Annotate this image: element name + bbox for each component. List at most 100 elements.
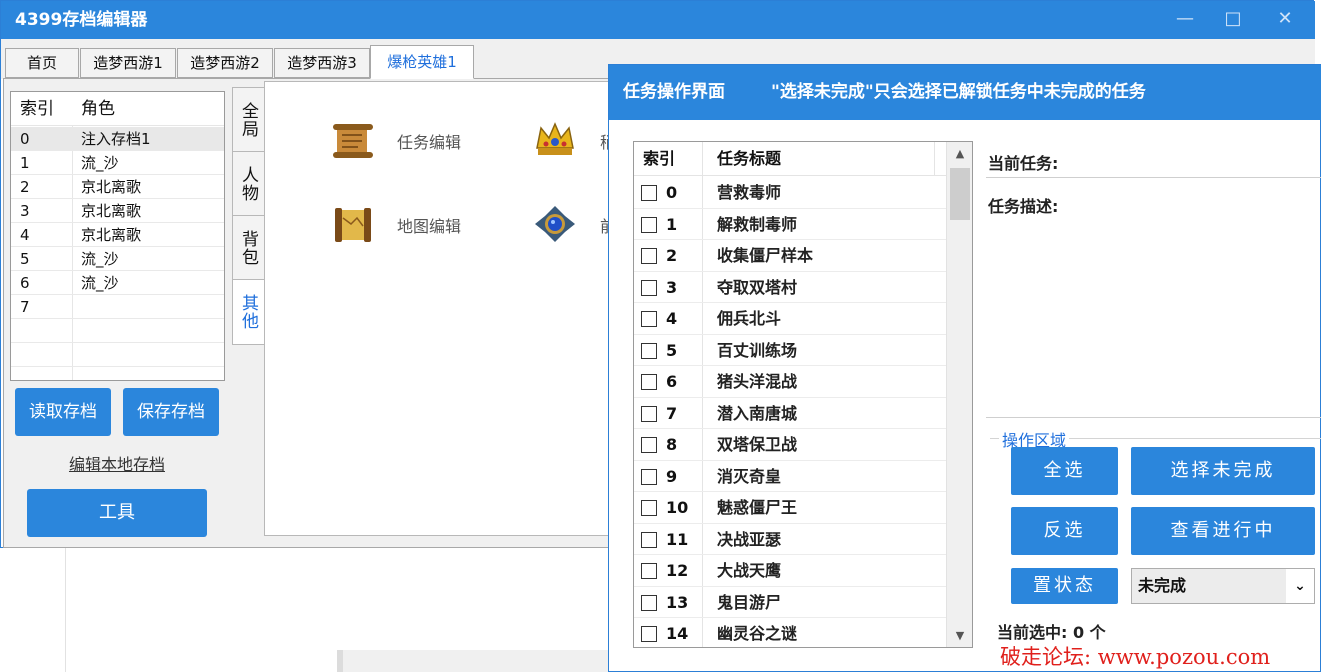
task-checkbox[interactable] [641, 437, 657, 453]
list-item[interactable]: 2 收集僵尸样本 [634, 240, 946, 272]
task-checkbox[interactable] [641, 500, 657, 516]
role-grid[interactable]: 索引 角色 0 注入存档1 1 流_沙 2 京北离歌 3 京北离歌 4 京北离歌… [10, 91, 225, 381]
list-item[interactable]: 14 幽灵谷之谜 [634, 618, 946, 647]
side-tab-bag[interactable]: 背包 [232, 215, 264, 281]
scroll-icon[interactable] [331, 120, 375, 162]
task-index: 14 [666, 624, 689, 643]
task-title: 解救制毒师 [717, 214, 798, 234]
task-list-scrollbar[interactable]: ▲ ▼ [946, 142, 972, 647]
scroll-up-icon[interactable]: ▲ [947, 144, 972, 164]
scroll-down-icon[interactable]: ▼ [947, 626, 972, 646]
save-save-button[interactable]: 保存存档 [123, 388, 219, 436]
tab-zmxy1[interactable]: 造梦西游1 [80, 48, 176, 78]
task-checkbox[interactable] [641, 248, 657, 264]
table-row[interactable]: 2 京北离歌 [11, 175, 224, 199]
chevron-down-icon[interactable]: ⌄ [1286, 569, 1314, 603]
task-index: 7 [666, 403, 678, 423]
task-checkbox[interactable] [641, 342, 657, 359]
list-item[interactable]: 11 决战亚瑟 [634, 524, 946, 555]
task-checkbox[interactable] [641, 311, 657, 327]
row-index: 4 [20, 226, 30, 244]
close-button[interactable]: ✕ [1265, 1, 1305, 39]
minimize-button[interactable]: — [1165, 1, 1205, 39]
side-tab-global[interactable]: 全局 [232, 87, 264, 153]
row-index: 2 [20, 178, 30, 196]
list-item[interactable]: 0 营救毒师 [634, 177, 946, 209]
task-list[interactable]: 索引 任务标题 0 营救毒师 1 解救制毒师 2 收集僵尸样本 3 夺取双塔村 4 佣兵北… [633, 141, 973, 648]
task-checkbox[interactable] [641, 594, 657, 611]
table-row[interactable]: 4 京北离歌 [11, 223, 224, 247]
table-row[interactable]: 3 京北离歌 [11, 199, 224, 223]
side-tab-character[interactable]: 人物 [232, 151, 264, 217]
row-index: 1 [20, 154, 30, 172]
tools-button[interactable]: 工具 [27, 489, 207, 537]
list-item[interactable]: 5 百丈训练场 [634, 335, 946, 366]
read-save-button[interactable]: 读取存档 [15, 388, 111, 436]
task-index: 4 [666, 309, 678, 328]
table-row[interactable]: 7 [11, 295, 224, 319]
set-state-button[interactable]: 置状态 [1011, 568, 1118, 604]
task-checkbox[interactable] [641, 563, 657, 579]
list-item[interactable]: 6 猪头洋混战 [634, 366, 946, 398]
task-index: 12 [666, 561, 689, 580]
maximize-button[interactable]: □ [1213, 1, 1253, 39]
row-role: 流_沙 [81, 250, 119, 268]
side-tab-label: 其他 [238, 294, 258, 330]
tab-bqyx1[interactable]: 爆枪英雄1 [370, 45, 474, 79]
list-item[interactable]: 9 消灭奇皇 [634, 461, 946, 492]
task-checkbox[interactable] [641, 185, 657, 201]
header-role[interactable]: 角色 [81, 92, 115, 126]
table-row[interactable]: 0 注入存档1 [11, 127, 224, 151]
app-title: 4399存档编辑器 [15, 10, 148, 30]
list-item[interactable]: 8 双塔保卫战 [634, 429, 946, 461]
state-select[interactable]: 未完成 ⌄ [1131, 568, 1315, 604]
task-checkbox[interactable] [641, 405, 657, 422]
column-divider [934, 142, 935, 176]
task-title: 鬼目游尸 [717, 592, 782, 612]
edit-local-save-link[interactable]: 编辑本地存档 [27, 452, 207, 478]
side-tab-other[interactable]: 其他 [232, 279, 264, 345]
table-row[interactable]: 6 流_沙 [11, 271, 224, 295]
gem-icon[interactable] [533, 202, 577, 246]
map-icon[interactable] [331, 204, 375, 246]
invert-selection-button[interactable]: 反选 [1011, 507, 1118, 555]
row-role: 京北离歌 [81, 202, 142, 220]
header-index[interactable]: 索引 [20, 92, 54, 126]
task-title: 收集僵尸样本 [717, 246, 814, 265]
list-item[interactable]: 7 潜入南唐城 [634, 398, 946, 429]
row-index: 5 [20, 250, 30, 268]
table-row[interactable]: 5 流_沙 [11, 247, 224, 271]
table-row[interactable]: 1 流_沙 [11, 151, 224, 175]
task-checkbox[interactable] [641, 626, 657, 642]
select-incomplete-button[interactable]: 选择未完成 [1131, 447, 1315, 495]
dialog-title: 任务操作界面 [623, 82, 725, 102]
row-index: 7 [20, 298, 30, 316]
tab-zmxy2[interactable]: 造梦西游2 [177, 48, 273, 78]
task-title: 潜入南唐城 [717, 403, 798, 423]
task-index: 3 [666, 277, 678, 297]
task-index: 8 [666, 435, 678, 454]
task-checkbox[interactable] [641, 531, 657, 548]
list-item[interactable]: 12 大战天鹰 [634, 555, 946, 587]
map-edit-label[interactable]: 地图编辑 [397, 213, 461, 237]
task-checkbox[interactable] [641, 216, 657, 233]
header-index[interactable]: 索引 [643, 142, 675, 176]
header-title[interactable]: 任务标题 [717, 142, 781, 176]
list-item[interactable]: 4 佣兵北斗 [634, 303, 946, 335]
task-checkbox[interactable] [641, 374, 657, 390]
list-item[interactable]: 3 夺取双塔村 [634, 272, 946, 303]
list-item[interactable]: 10 魅惑僵尸王 [634, 492, 946, 524]
tab-home[interactable]: 首页 [5, 48, 79, 78]
scrollbar-thumb[interactable] [950, 168, 970, 220]
tab-zmxy3[interactable]: 造梦西游3 [274, 48, 370, 78]
select-all-button[interactable]: 全选 [1011, 447, 1118, 495]
list-item[interactable]: 1 解救制毒师 [634, 209, 946, 240]
crown-icon[interactable] [533, 118, 577, 162]
task-checkbox[interactable] [641, 468, 657, 485]
dialog-hint: "选择未完成"只会选择已解锁任务中未完成的任务 [771, 82, 1146, 102]
list-item[interactable]: 13 鬼目游尸 [634, 587, 946, 618]
row-role: 流_沙 [81, 154, 119, 172]
task-checkbox[interactable] [641, 279, 657, 296]
view-in-progress-button[interactable]: 查看进行中 [1131, 507, 1315, 555]
task-edit-label[interactable]: 任务编辑 [397, 129, 461, 153]
